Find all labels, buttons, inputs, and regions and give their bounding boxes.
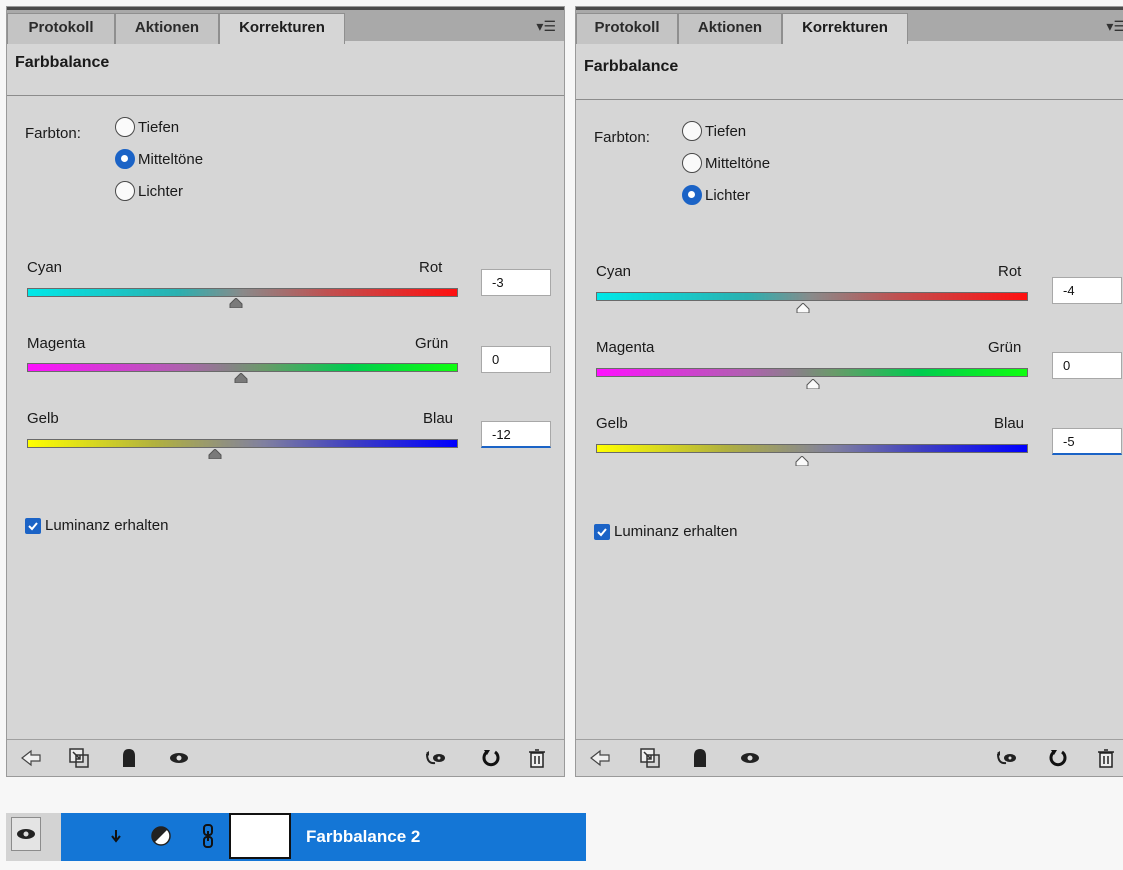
cyan-rot-value-input[interactable]: -4 bbox=[1052, 277, 1122, 304]
panel-title: Farbbalance bbox=[584, 58, 679, 75]
reset-icon[interactable] bbox=[1046, 746, 1070, 770]
panel-title: Farbbalance bbox=[15, 54, 110, 71]
tab-aktionen[interactable]: Aktionen bbox=[678, 13, 782, 44]
slider-gelb-blau-track[interactable] bbox=[596, 444, 1028, 453]
farbton-label: Farbton: bbox=[594, 129, 650, 146]
slider-gelb-label: Gelb bbox=[27, 410, 59, 427]
radio-lichter[interactable]: Lichter bbox=[115, 181, 183, 201]
radio-mitteltoene[interactable]: Mitteltöne bbox=[682, 153, 770, 173]
clip-arrow-icon bbox=[111, 830, 121, 843]
luminanz-label: Luminanz erhalten bbox=[614, 523, 738, 540]
gelb-blau-value-input[interactable]: -5 bbox=[1052, 428, 1122, 455]
reset-icon[interactable] bbox=[479, 746, 503, 770]
panel-bottom-toolbar bbox=[576, 739, 1123, 776]
layer-visibility-toggle[interactable] bbox=[11, 817, 41, 851]
adjustments-panel-left: Protokoll Aktionen Korrekturen ▾☰ Farbba… bbox=[6, 6, 565, 777]
panel-tab-bar: Protokoll Aktionen Korrekturen ▾☰ bbox=[7, 7, 564, 44]
radio-tiefen-circle[interactable] bbox=[682, 121, 702, 141]
radio-lichter-circle[interactable] bbox=[682, 185, 702, 205]
panel-bottom-toolbar bbox=[7, 739, 564, 776]
cyan-rot-value-input[interactable]: -3 bbox=[481, 269, 551, 296]
slider-cyan-label: Cyan bbox=[27, 259, 63, 276]
tab-korrekturen[interactable]: Korrekturen bbox=[782, 13, 908, 44]
radio-tiefen-label: Tiefen bbox=[705, 122, 747, 140]
slider-cyan-rot-thumb[interactable] bbox=[796, 303, 810, 313]
panel-tab-bar: Protokoll Aktionen Korrekturen ▾☰ bbox=[576, 7, 1123, 44]
layer-name[interactable]: Farbbalance 2 bbox=[306, 827, 420, 847]
slider-magenta-label: Magenta bbox=[27, 335, 86, 352]
radio-lichter-label: Lichter bbox=[138, 182, 184, 200]
slider-magenta-gruen-thumb[interactable] bbox=[806, 379, 820, 389]
slider-blau-label: Blau bbox=[423, 410, 454, 427]
tab-protokoll[interactable]: Protokoll bbox=[7, 13, 115, 44]
mask-icon[interactable] bbox=[117, 746, 141, 770]
view-previous-icon[interactable] bbox=[423, 746, 447, 770]
layer-visibility-cell bbox=[6, 813, 61, 861]
slider-gelb-blau-thumb[interactable] bbox=[795, 456, 809, 466]
slider-magenta-gruen-track[interactable] bbox=[27, 363, 458, 372]
radio-mitteltoene-circle[interactable] bbox=[682, 153, 702, 173]
luminanz-checkbox[interactable]: Luminanz erhalten bbox=[594, 523, 737, 540]
panel-menu-icon[interactable]: ▾☰ bbox=[1106, 18, 1123, 35]
slider-gelb-blau-thumb[interactable] bbox=[208, 449, 222, 459]
clip-to-layer-icon[interactable] bbox=[67, 746, 91, 770]
luminanz-checkbox[interactable]: Luminanz erhalten bbox=[25, 517, 168, 534]
gelb-blau-value-input[interactable]: -12 bbox=[481, 421, 551, 448]
tab-aktionen[interactable]: Aktionen bbox=[115, 13, 219, 44]
checkbox-checked-icon[interactable] bbox=[594, 523, 610, 540]
slider-gelb-label: Gelb bbox=[596, 415, 628, 432]
layer-row[interactable]: Farbbalance 2 bbox=[6, 813, 586, 861]
radio-tiefen-circle[interactable] bbox=[115, 117, 135, 137]
back-arrow-icon[interactable] bbox=[588, 746, 612, 770]
divider bbox=[7, 95, 564, 96]
slider-magenta-label: Magenta bbox=[596, 339, 655, 356]
slider-cyan-label: Cyan bbox=[596, 263, 632, 280]
clip-to-layer-icon[interactable] bbox=[638, 746, 662, 770]
luminanz-label: Luminanz erhalten bbox=[45, 517, 169, 534]
radio-mitteltoene-label: Mitteltöne bbox=[138, 150, 204, 168]
trash-icon[interactable] bbox=[1094, 746, 1118, 770]
slider-gruen-label: Grün bbox=[988, 339, 1022, 356]
slider-rot-label: Rot bbox=[419, 259, 443, 276]
slider-cyan-rot-track[interactable] bbox=[596, 292, 1028, 301]
radio-tiefen-label: Tiefen bbox=[138, 118, 180, 136]
eye-icon bbox=[17, 829, 35, 839]
magenta-gruen-value-input[interactable]: 0 bbox=[481, 346, 551, 373]
eye-icon[interactable] bbox=[167, 746, 191, 770]
slider-magenta-gruen-thumb[interactable] bbox=[234, 373, 248, 383]
eye-icon[interactable] bbox=[738, 746, 762, 770]
tab-korrekturen[interactable]: Korrekturen bbox=[219, 13, 345, 44]
trash-icon[interactable] bbox=[525, 746, 549, 770]
layer-mask-thumbnail[interactable] bbox=[229, 813, 291, 859]
slider-rot-label: Rot bbox=[998, 263, 1022, 280]
radio-lichter-label: Lichter bbox=[705, 186, 751, 204]
panel-menu-icon[interactable]: ▾☰ bbox=[536, 18, 556, 35]
radio-mitteltoene-label: Mitteltöne bbox=[705, 154, 771, 172]
radio-mitteltoene-circle[interactable] bbox=[115, 149, 135, 169]
slider-gelb-blau-track[interactable] bbox=[27, 439, 458, 448]
radio-tiefen[interactable]: Tiefen bbox=[115, 117, 179, 137]
checkbox-checked-icon[interactable] bbox=[25, 517, 41, 534]
tab-protokoll[interactable]: Protokoll bbox=[576, 13, 678, 44]
adjustments-panel-right: Protokoll Aktionen Korrekturen ▾☰ Farbba… bbox=[575, 6, 1123, 777]
radio-lichter-circle[interactable] bbox=[115, 181, 135, 201]
mask-icon[interactable] bbox=[688, 746, 712, 770]
view-previous-icon[interactable] bbox=[994, 746, 1018, 770]
slider-magenta-gruen-track[interactable] bbox=[596, 368, 1028, 377]
radio-mitteltoene[interactable]: Mitteltöne bbox=[115, 149, 203, 169]
radio-tiefen[interactable]: Tiefen bbox=[682, 121, 746, 141]
farbton-label: Farbton: bbox=[25, 125, 81, 142]
back-arrow-icon[interactable] bbox=[19, 746, 43, 770]
magenta-gruen-value-input[interactable]: 0 bbox=[1052, 352, 1122, 379]
slider-blau-label: Blau bbox=[994, 415, 1025, 432]
slider-cyan-rot-thumb[interactable] bbox=[229, 298, 243, 308]
slider-gruen-label: Grün bbox=[415, 335, 449, 352]
divider bbox=[576, 99, 1123, 100]
slider-cyan-rot-track[interactable] bbox=[27, 288, 458, 297]
adjustment-layer-icon bbox=[151, 826, 171, 846]
chain-link-icon[interactable] bbox=[202, 823, 214, 849]
radio-lichter[interactable]: Lichter bbox=[682, 185, 750, 205]
